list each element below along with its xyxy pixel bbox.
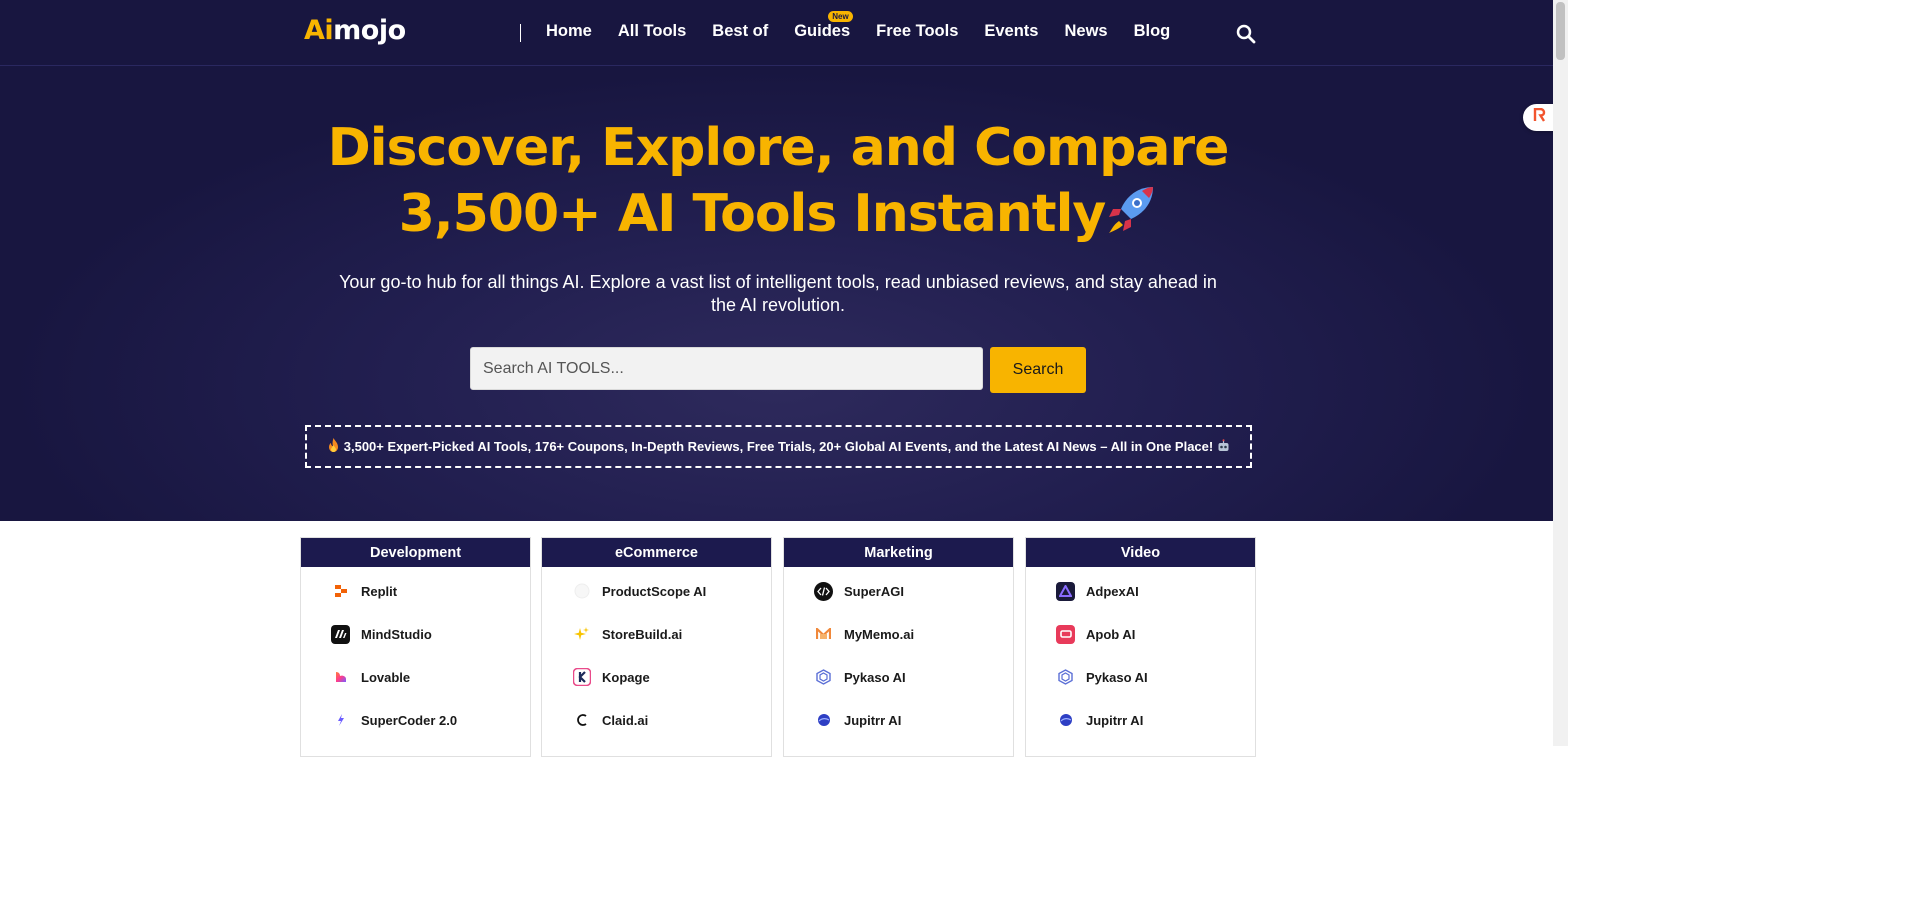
tool-name: ProductScope AI [602,583,707,599]
tool-pykaso[interactable]: Pykaso AI [1056,667,1148,687]
main-nav: Home All Tools Best of Guides New Free T… [546,11,1196,41]
productscope-icon [572,582,591,601]
tool-name: Jupitrr AI [844,712,902,728]
tool-lovable[interactable]: Lovable [331,667,410,687]
category-video: Video AdpexAI Apob AI Pykaso AI Jupitrr … [1025,537,1256,757]
tool-name: MyMemo.ai [844,626,915,642]
new-badge: New [828,11,853,22]
nav-guides[interactable]: Guides New [794,11,853,41]
nav-divider [520,24,521,42]
lightning-icon [331,711,350,730]
code-icon [814,581,833,601]
search-button[interactable]: Search [990,347,1086,393]
aimojo-logo[interactable]: Ai mojo [304,14,406,46]
category-marketing: Marketing SuperAGI MyMemo.ai Pykaso AI J… [783,537,1014,757]
search-input[interactable] [470,347,983,390]
lovable-icon [331,668,350,687]
planet-icon [1056,711,1075,730]
page-scrollbar[interactable] [1553,0,1568,746]
r-logo-icon [1532,107,1546,127]
nav-news[interactable]: News [1064,22,1107,41]
scrollbar-thumb[interactable] [1556,2,1565,60]
tool-name: Pykaso AI [1086,669,1148,685]
tool-jupitrr[interactable]: Jupitrr AI [1056,710,1143,730]
nav-free-tools[interactable]: Free Tools [876,22,958,41]
category-title[interactable]: Marketing [784,538,1013,569]
apob-icon [1056,624,1075,644]
tool-name: Kopage [602,669,650,685]
tool-apob[interactable]: Apob AI [1056,624,1135,644]
mymemo-icon [814,625,833,644]
category-title[interactable]: Development [301,538,530,569]
logo-mojo-text: mojo [333,14,406,46]
claid-icon [572,711,591,730]
tool-name: Replit [361,583,398,599]
kopage-icon [572,668,591,687]
fire-icon [327,438,340,455]
nav-blog[interactable]: Blog [1134,22,1171,41]
hexagon-icon [1056,668,1075,687]
tool-pykaso[interactable]: Pykaso AI [814,667,906,687]
tool-supercoder[interactable]: SuperCoder 2.0 [331,710,457,730]
planet-icon [814,711,833,730]
hero-title-text: Discover, Explore, and Compare 3,500+ AI… [327,118,1230,244]
nav-events[interactable]: Events [984,22,1038,41]
mindstudio-icon [331,624,350,644]
tool-name: SuperCoder 2.0 [361,712,458,728]
nav-best-of[interactable]: Best of [712,22,768,41]
floating-widget-button[interactable] [1523,104,1555,131]
category-development: Development Replit MindStudio Lovable Su… [300,537,531,757]
category-ecommerce: eCommerce ProductScope AI StoreBuild.ai … [541,537,772,757]
search-icon[interactable] [1236,24,1256,44]
rocket-icon [1105,184,1157,244]
info-banner: 3,500+ Expert-Picked AI Tools, 176+ Coup… [305,425,1252,468]
tool-storebuild[interactable]: StoreBuild.ai [572,624,682,644]
tool-mindstudio[interactable]: MindStudio [331,624,432,644]
tool-name: Pykaso AI [844,669,906,685]
tool-name: Claid.ai [602,712,649,728]
tool-name: Lovable [361,669,411,685]
tool-mymemo[interactable]: MyMemo.ai [814,624,914,644]
banner-text: 3,500+ Expert-Picked AI Tools, 176+ Coup… [343,439,1214,454]
hero-subtitle: Your go-to hub for all things AI. Explor… [339,272,1217,315]
tool-name: SuperAGI [844,583,904,599]
tool-name: MindStudio [361,626,432,642]
nav-all-tools[interactable]: All Tools [618,22,686,41]
tool-adpexai[interactable]: AdpexAI [1056,581,1139,601]
hero-title: Discover, Explore, and Compare 3,500+ AI… [280,115,1276,247]
tool-productscope[interactable]: ProductScope AI [572,581,706,601]
tool-kopage[interactable]: Kopage [572,667,650,687]
site-header: Ai mojo Home All Tools Best of Guides New… [0,0,1553,66]
category-title[interactable]: eCommerce [542,538,771,569]
nav-guides-label: Guides [794,22,851,40]
tool-claid[interactable]: Claid.ai [572,710,648,730]
tool-superagi[interactable]: SuperAGI [814,581,904,601]
hexagon-icon [814,668,833,687]
tool-name: AdpexAI [1086,583,1139,599]
sparkle-icon [572,625,591,644]
tool-name: Apob AI [1086,626,1136,642]
replit-icon [331,582,350,601]
category-title[interactable]: Video [1026,538,1255,569]
tool-replit[interactable]: Replit [331,581,397,601]
tool-jupitrr[interactable]: Jupitrr AI [814,710,901,730]
tool-name: StoreBuild.ai [602,626,683,642]
nav-home[interactable]: Home [546,22,592,41]
adpex-icon [1056,581,1075,601]
logo-ai-text: Ai [304,14,334,46]
tool-name: Jupitrr AI [1086,712,1144,728]
robot-icon [1217,438,1230,455]
